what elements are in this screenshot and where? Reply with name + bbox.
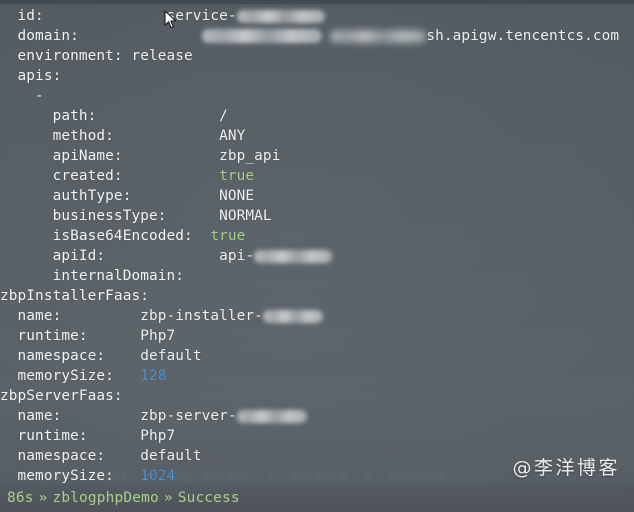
redacted-value <box>254 250 333 263</box>
terminal-line: internalDomain: <box>0 266 634 286</box>
redacted-value <box>236 410 307 423</box>
yaml-key: environment: <box>0 48 132 64</box>
yaml-value: NORMAL <box>219 208 272 224</box>
yaml-key: zbpInstallerFaas: <box>0 288 149 304</box>
yaml-value: ANY <box>219 128 246 144</box>
terminal-window[interactable]: id: service- domain: sh.apigw.tencentcs.… <box>0 0 634 512</box>
yaml-key: zbpServerFaas: <box>0 388 123 404</box>
yaml-value: Php7 <box>140 328 176 344</box>
terminal-line: runtime: Php7 <box>0 326 634 346</box>
terminal-line: memorySize: 128 <box>0 366 634 386</box>
yaml-value: zbp_api <box>219 148 281 164</box>
yaml-value: NONE <box>219 188 255 204</box>
terminal-output: id: service- domain: sh.apigw.tencentcs.… <box>0 0 634 486</box>
status-project-name: zblogphpDemo <box>52 490 159 506</box>
status-separator-1: » <box>38 490 48 506</box>
status-duration: 86s <box>7 490 34 506</box>
yaml-value: api- <box>219 248 255 264</box>
terminal-line: runtime: Php7 <box>0 426 634 446</box>
yaml-key: created: <box>0 168 220 184</box>
yaml-key: apiId: <box>0 248 220 264</box>
yaml-key: - <box>0 88 44 104</box>
yaml-value: true <box>219 168 255 184</box>
terminal-line: zbpServerFaas: <box>0 386 634 406</box>
redacted-domain-part <box>201 29 322 43</box>
terminal-line: - <box>0 86 634 106</box>
terminal-line: id: service- <box>0 6 634 26</box>
yaml-key: memorySize: <box>0 368 141 384</box>
terminal-line: authType: NONE <box>0 186 634 206</box>
terminal-line: isBase64Encoded: true <box>0 226 634 246</box>
terminal-line: path: / <box>0 106 634 126</box>
yaml-key: path: <box>0 108 220 124</box>
yaml-value: service- <box>166 8 237 24</box>
yaml-key: namespace: <box>0 448 141 464</box>
terminal-line: name: zbp-installer- <box>0 306 634 326</box>
status-separator-2: » <box>163 490 173 506</box>
terminal-line: created: true <box>0 166 634 186</box>
yaml-key: runtime: <box>0 428 141 444</box>
domain-gap <box>322 28 331 44</box>
yaml-key: apis: <box>0 68 62 84</box>
yaml-key: name: <box>0 408 141 424</box>
terminal-line: method: ANY <box>0 126 634 146</box>
terminal-line: namespace: default <box>0 346 634 366</box>
yaml-key: internalDomain: <box>0 268 185 284</box>
watermark-text: @李洋博客 <box>512 457 620 479</box>
terminal-line: domain: sh.apigw.tencentcs.com <box>0 26 634 46</box>
status-result: Success <box>177 490 240 506</box>
terminal-line: name: zbp-server- <box>0 406 634 426</box>
yaml-value: Php7 <box>140 428 176 444</box>
redacted-value <box>262 310 323 323</box>
status-bar: 86s » zblogphpDemo » Success <box>0 484 634 512</box>
redacted-domain-part-2 <box>330 30 427 43</box>
yaml-value: release <box>131 48 193 64</box>
yaml-key: isBase64Encoded: <box>0 228 211 244</box>
terminal-line: apiId: api- <box>0 246 634 266</box>
yaml-value: zbp-installer- <box>140 308 263 324</box>
terminal-line: apis: <box>0 66 634 86</box>
faded-previous-line: zbpServerFaas » zbp-server » default » r… <box>6 468 445 484</box>
yaml-key: domain: <box>0 28 202 44</box>
yaml-value: zbp-server- <box>140 408 237 424</box>
redacted-value <box>236 10 325 23</box>
domain-suffix: sh.apigw.tencentcs.com <box>426 28 620 44</box>
yaml-value: 128 <box>140 368 167 384</box>
yaml-key: name: <box>0 308 141 324</box>
yaml-key: authType: <box>0 188 220 204</box>
terminal-line: zbpInstallerFaas: <box>0 286 634 306</box>
yaml-key: namespace: <box>0 348 141 364</box>
yaml-key: runtime: <box>0 328 141 344</box>
yaml-value: default <box>140 348 202 364</box>
terminal-line: apiName: zbp_api <box>0 146 634 166</box>
terminal-line: environment: release <box>0 46 634 66</box>
yaml-key: method: <box>0 128 220 144</box>
yaml-key: businessType: <box>0 208 220 224</box>
yaml-key: id: <box>0 8 167 24</box>
yaml-value: / <box>219 108 228 124</box>
yaml-value: default <box>140 448 202 464</box>
yaml-key: apiName: <box>0 148 220 164</box>
terminal-line: businessType: NORMAL <box>0 206 634 226</box>
yaml-value: true <box>210 228 246 244</box>
